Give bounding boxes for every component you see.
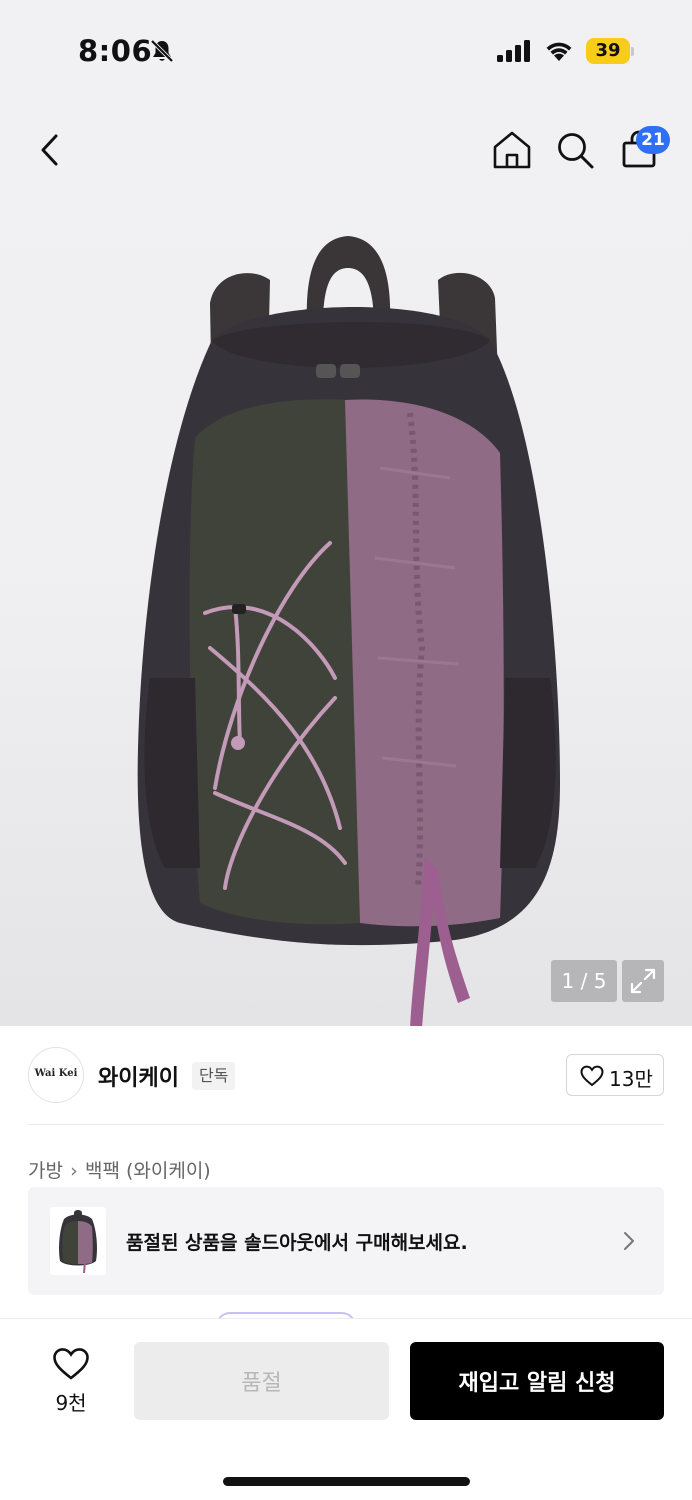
battery-level: 39 [595,40,621,61]
chevron-right-icon [624,1232,634,1250]
expand-icon [630,968,656,994]
wifi-icon [546,42,572,61]
banner-product-thumbnail [50,1207,106,1275]
breadcrumb-item-bags[interactable]: 가방 [28,1160,63,1182]
wishlist-button[interactable]: 9천 [36,1347,106,1417]
home-indicator [223,1477,470,1486]
breadcrumb-item-backpack[interactable]: 백팩 (와이케이) [85,1160,211,1182]
exclusive-badge: 단독 [192,1062,236,1090]
brand-name[interactable]: 와이케이 [98,1060,179,1092]
heart-icon [580,1065,604,1087]
wishlist-count: 9천 [55,1391,87,1415]
product-gallery[interactable]: 8:06 39 21 1 / 5 [0,0,692,1026]
brand-logo-text: Wai Kei [34,1068,78,1079]
battery-icon: 39 [586,38,634,64]
cart-count-badge: 21 [636,126,670,154]
image-counter-total: 5 [593,969,607,993]
brand-like-count: 13만 [609,1067,653,1091]
back-icon [41,134,58,166]
brand-like-button[interactable]: 13만 [566,1054,664,1096]
product-image[interactable] [120,228,580,1026]
search-icon [558,133,594,169]
soldout-button: 품절 [134,1342,389,1420]
image-counter-separator: / [574,969,594,993]
search-button[interactable] [551,126,599,174]
home-icon [493,131,531,169]
image-counter: 1 / 5 [551,960,617,1002]
status-time: 8:06 [78,34,153,68]
chevron-right-icon: › [70,1160,78,1182]
divider [28,1124,664,1125]
bottom-action-bar: 9천 품절 재입고 알림 신청 [0,1318,692,1500]
home-button[interactable] [488,126,536,174]
restock-alert-button[interactable]: 재입고 알림 신청 [410,1342,664,1420]
bell-slash-icon [150,39,174,63]
signal-icon [497,40,530,62]
brand-logo[interactable]: Wai Kei [28,1047,84,1103]
breadcrumb: 가방 › 백팩 (와이케이) [28,1156,211,1183]
image-counter-current: 1 [561,969,575,993]
expand-image-button[interactable] [622,960,664,1002]
back-button[interactable] [26,126,74,174]
heart-icon [53,1348,89,1380]
soldout-banner-text: 품절된 상품을 솔드아웃에서 구매해보세요. [126,1232,468,1254]
soldout-banner[interactable]: 품절된 상품을 솔드아웃에서 구매해보세요. [28,1187,664,1295]
